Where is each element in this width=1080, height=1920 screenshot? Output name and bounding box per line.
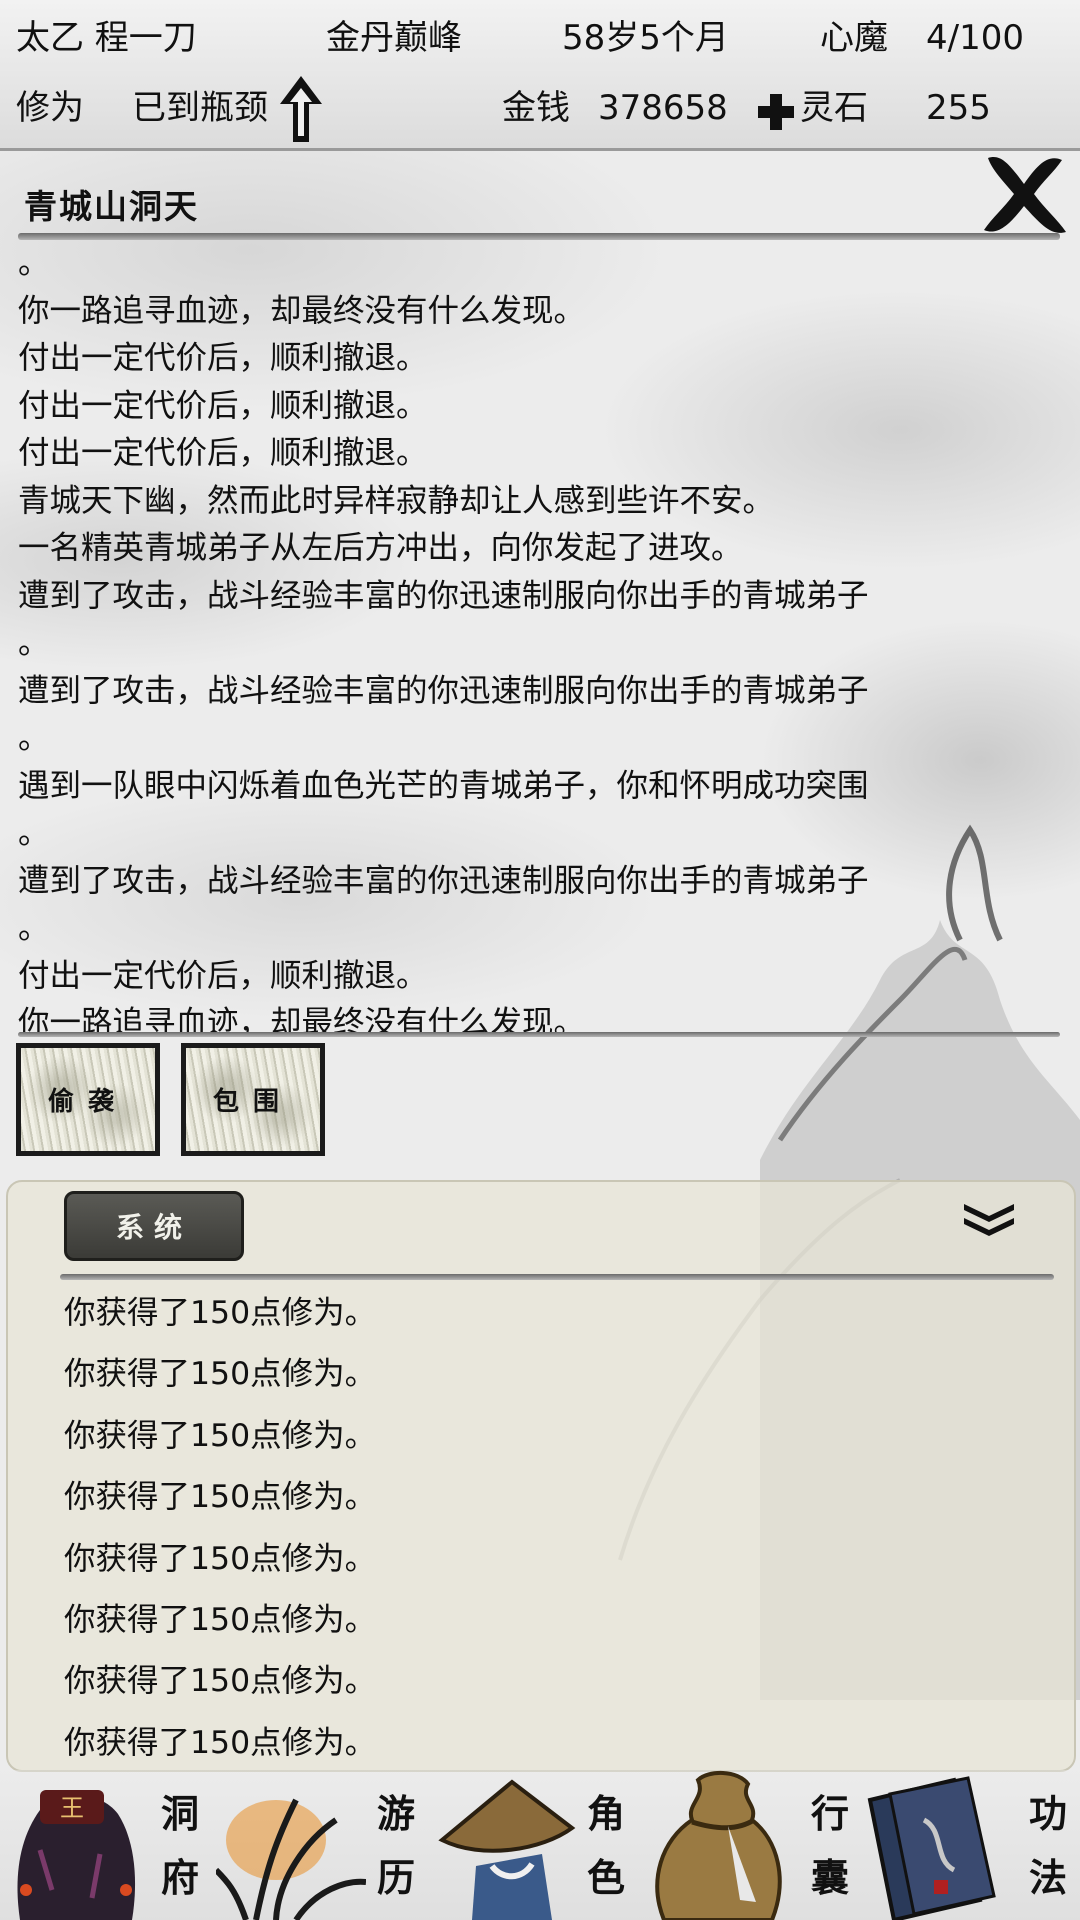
nav-cave-label-bottom: 府 <box>160 1855 199 1900</box>
realm-text: 金丹巅峰 <box>326 18 462 58</box>
panel-top-divider <box>18 233 1060 240</box>
cultivation-value: 已到瓶颈 <box>132 88 268 128</box>
nav-skills-label-bottom: 法 <box>1028 1855 1067 1900</box>
svg-text:王: 王 <box>60 1794 84 1822</box>
nav-skills-label-top: 功 <box>1028 1791 1067 1836</box>
money-value: 378658 <box>598 88 728 128</box>
panel-bottom-divider <box>18 1032 1060 1037</box>
bottom-nav: 王 洞 府 游 历 角 色 行 囊 功 法 <box>0 1770 1080 1920</box>
system-message: 你获得了150点修为。 <box>64 1479 377 1516</box>
system-tab[interactable]: 系统 <box>64 1191 244 1261</box>
system-message: 你获得了150点修为。 <box>64 1540 377 1577</box>
spirit-stone-cross-icon <box>758 94 794 130</box>
event-log-line: 你一路追寻血迹，却最终没有什么发现。 <box>18 292 586 329</box>
surround-button[interactable]: 包围 <box>181 1043 325 1156</box>
close-x-icon[interactable] <box>978 150 1070 238</box>
age-text: 58岁5个月 <box>562 18 729 58</box>
character-name: 太乙 程一刀 <box>16 18 197 58</box>
nav-skills[interactable]: 功 法 <box>864 1770 1080 1920</box>
nav-cave-mansion[interactable]: 王 洞 府 <box>0 1770 216 1920</box>
nav-travel[interactable]: 游 历 <box>216 1770 432 1920</box>
event-log-line: 一名精英青城弟子从左后方冲出，向你发起了进攻。 <box>18 530 743 566</box>
system-message: 你获得了150点修为。 <box>64 1724 377 1761</box>
system-message-list: 你获得了150点修为。 你获得了150点修为。 你获得了150点修为。 你获得了150… <box>64 1283 376 1774</box>
money-label: 金钱 <box>502 88 570 128</box>
spirit-stone-label: 灵石 <box>800 88 868 128</box>
system-message: 你获得了150点修为。 <box>64 1601 377 1638</box>
spirit-stone-value: 255 <box>926 88 991 128</box>
bag-icon <box>655 1771 782 1920</box>
nav-bag-label-top: 行 <box>810 1791 849 1836</box>
event-log-line: 你一路追寻血迹，却最终没有什么发现。 <box>18 1005 586 1041</box>
cultivation-label: 修为 <box>16 88 84 128</box>
event-log-line: 付出一定代价后，顺利撤退。 <box>18 387 428 424</box>
system-message: 你获得了150点修为。 <box>64 1417 377 1454</box>
nav-character[interactable]: 角 色 <box>432 1770 648 1920</box>
heart-demon-label: 心魔 <box>820 18 888 58</box>
nav-bag[interactable]: 行 囊 <box>648 1770 864 1920</box>
heart-demon-value: 4/100 <box>926 18 1024 58</box>
event-log: 。你一路追寻血迹，却最终没有什么发现。 付出一定代价后，顺利撤退。 付出一定代价后，… <box>18 240 1058 1048</box>
event-log-line: 。 <box>18 245 50 281</box>
event-log-line: 青城天下幽，然而此时异样寂静却让人感到些许不安。 <box>18 482 775 519</box>
event-log-line: 遭到了攻击，战斗经验丰富的你迅速制服向你出手的青城弟子 <box>18 577 869 614</box>
nav-cave-label-top: 洞 <box>160 1791 199 1836</box>
nav-bag-label-bottom: 囊 <box>810 1855 849 1900</box>
nav-character-label-top: 角 <box>586 1791 625 1836</box>
event-log-line: 。 <box>18 815 50 851</box>
skill-books-icon <box>867 1776 996 1920</box>
event-log-line: 付出一定代价后，顺利撤退。 <box>18 340 428 376</box>
event-log-line: 遭到了攻击，战斗经验丰富的你迅速制服向你出手的青城弟子 <box>18 862 869 899</box>
event-log-line: 。 <box>18 910 50 946</box>
travel-grass-icon <box>216 1798 366 1920</box>
breakthrough-arrow-icon[interactable] <box>278 74 324 144</box>
double-chevron-down-icon[interactable] <box>960 1198 1018 1238</box>
nav-travel-label-top: 游 <box>376 1791 415 1836</box>
event-log-line: 遭到了攻击，战斗经验丰富的你迅速制服向你出手的青城弟子 <box>18 672 869 709</box>
status-bar: 太乙 程一刀 金丹巅峰 58岁5个月 心魔 4/100 修为 已到瓶颈 金钱 3… <box>0 0 1080 151</box>
character-hat-icon <box>438 1779 576 1920</box>
sneak-attack-button[interactable]: 偷袭 <box>16 1043 160 1156</box>
system-message: 你获得了150点修为。 <box>64 1663 377 1700</box>
event-log-line: 遇到一队眼中闪烁着血色光芒的青城弟子，你和怀明成功突围 <box>18 767 869 804</box>
event-log-line: 付出一定代价后，顺利撤退。 <box>18 435 428 471</box>
system-message: 你获得了150点修为。 <box>64 1356 377 1393</box>
nav-character-label-bottom: 色 <box>586 1855 625 1900</box>
event-log-line: 。 <box>18 720 50 756</box>
event-log-line: 付出一定代价后，顺利撤退。 <box>18 957 428 994</box>
cave-mansion-icon: 王 <box>17 1790 136 1920</box>
nav-travel-label-bottom: 历 <box>376 1855 415 1900</box>
panel-title: 青城山洞天 <box>24 187 199 226</box>
event-log-line: 。 <box>18 625 50 661</box>
system-message: 你获得了150点修为。 <box>64 1295 377 1331</box>
system-divider <box>60 1274 1054 1280</box>
